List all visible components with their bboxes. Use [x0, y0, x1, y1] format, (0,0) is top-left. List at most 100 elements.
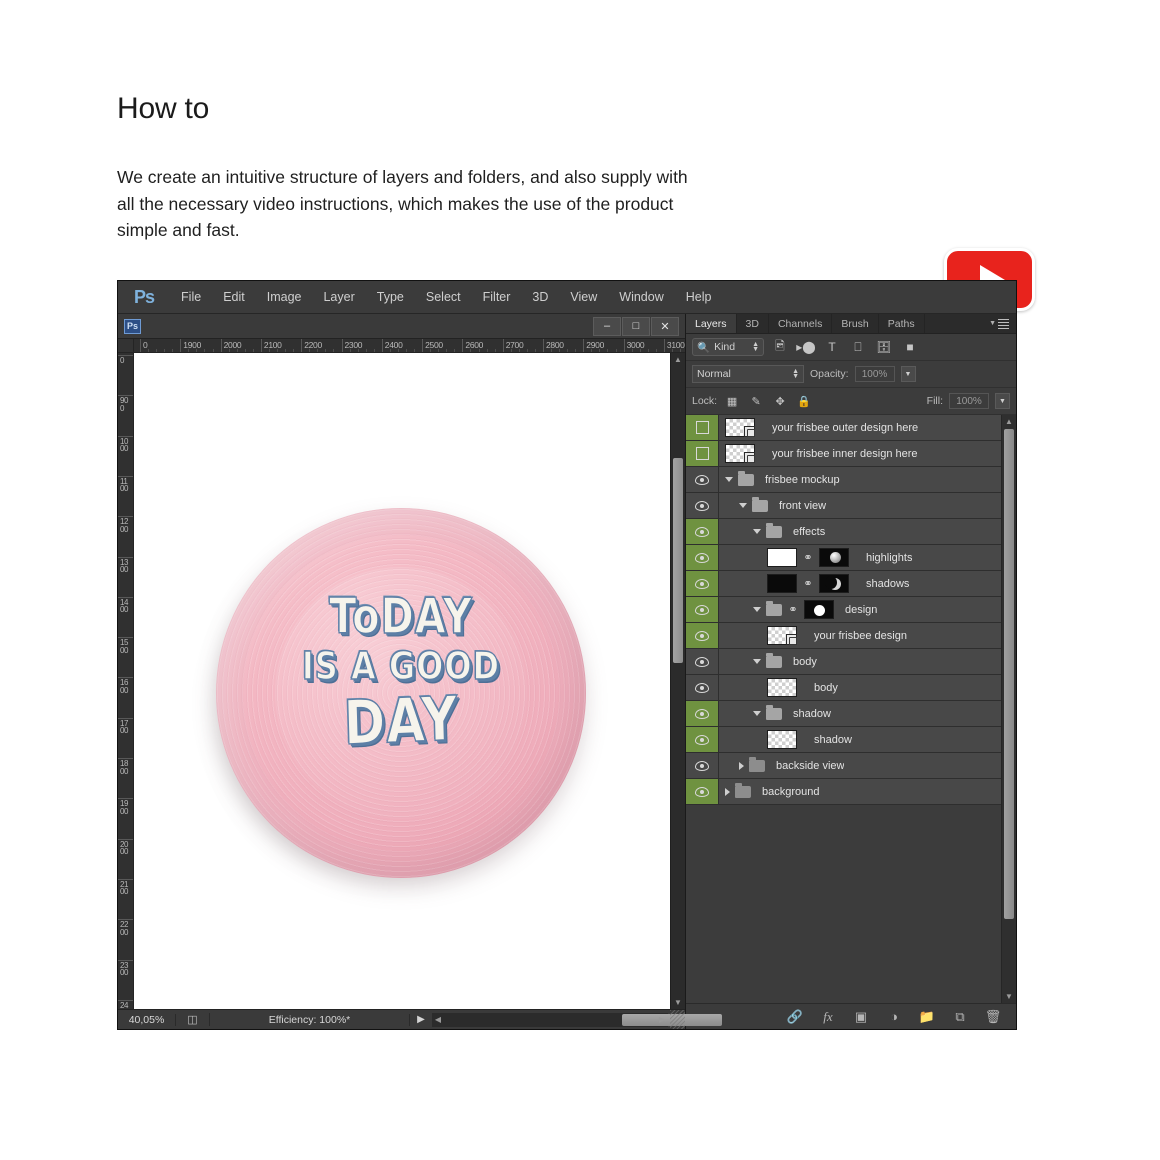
chevron-down-icon[interactable]: [753, 711, 761, 716]
layers-vertical-scrollbar[interactable]: ▲ ▼: [1001, 415, 1016, 1003]
layer-name[interactable]: your frisbee outer design here: [770, 422, 918, 434]
layer-mask-thumbnail[interactable]: [819, 548, 849, 567]
layer-name[interactable]: backside view: [774, 760, 844, 772]
menu-item-window[interactable]: Window: [608, 286, 674, 308]
layer-visibility-toggle[interactable]: [686, 597, 719, 622]
layers-scroll-up-arrow[interactable]: ▲: [1002, 415, 1016, 428]
layer-visibility-toggle[interactable]: [686, 467, 719, 492]
layer-row[interactable]: shadow: [686, 701, 1001, 727]
layer-name[interactable]: body: [791, 656, 817, 668]
type-layer-filter-icon[interactable]: T: [822, 340, 842, 354]
layer-visibility-toggle[interactable]: [686, 649, 719, 674]
layer-row[interactable]: shadow: [686, 727, 1001, 753]
layer-name[interactable]: your frisbee inner design here: [770, 448, 918, 460]
chevron-down-icon[interactable]: [753, 529, 761, 534]
layer-mask-thumbnail[interactable]: [819, 574, 849, 593]
scroll-right-arrow[interactable]: ▶: [656, 1013, 668, 1027]
layer-name[interactable]: your frisbee design: [812, 630, 907, 642]
menu-item-edit[interactable]: Edit: [212, 286, 256, 308]
layer-row[interactable]: body: [686, 649, 1001, 675]
layer-mask-thumbnail[interactable]: [804, 600, 834, 619]
layer-thumbnail[interactable]: [767, 574, 797, 593]
layer-visibility-toggle[interactable]: [686, 545, 719, 570]
document-title-bar[interactable]: Ps – □ ✕: [118, 314, 685, 339]
layer-visibility-toggle[interactable]: [686, 441, 719, 466]
mask-link-icon[interactable]: ⚭: [802, 551, 814, 564]
layer-thumbnail[interactable]: [725, 418, 755, 437]
filter-kind-select[interactable]: 🔍 Kind ▲ ▼: [692, 338, 764, 356]
layer-visibility-toggle[interactable]: [686, 675, 719, 700]
canvas-area[interactable]: ToDAY IS A GOOD DAY: [134, 353, 670, 1009]
layer-thumbnail[interactable]: [767, 678, 797, 697]
layer-name[interactable]: frisbee mockup: [763, 474, 840, 486]
scroll-left-arrow[interactable]: ◀: [432, 1013, 444, 1027]
chevron-right-icon[interactable]: [725, 787, 730, 796]
layer-thumbnail[interactable]: [725, 444, 755, 463]
layer-thumbnail[interactable]: [767, 548, 797, 567]
smart-object-filter-icon[interactable]: 🗄: [874, 340, 894, 354]
mask-link-icon[interactable]: ⚭: [787, 603, 799, 616]
layer-row[interactable]: frisbee mockup: [686, 467, 1001, 493]
tab-layers[interactable]: Layers: [686, 314, 737, 333]
menu-item-help[interactable]: Help: [675, 286, 723, 308]
menu-item-filter[interactable]: Filter: [472, 286, 522, 308]
new-group-icon[interactable]: 📁: [918, 1009, 936, 1025]
maximize-button[interactable]: □: [622, 316, 650, 336]
layer-row[interactable]: backside view: [686, 753, 1001, 779]
shape-layer-filter-icon[interactable]: ⎕: [848, 340, 868, 355]
layer-row[interactable]: your frisbee outer design here: [686, 415, 1001, 441]
layer-visibility-toggle[interactable]: [686, 415, 719, 440]
layer-name[interactable]: body: [812, 682, 838, 694]
canvas-vertical-scrollbar[interactable]: ▲ ▼: [670, 353, 685, 1009]
lock-transparency-icon[interactable]: ▦: [723, 395, 741, 408]
fill-dropdown-arrow[interactable]: ▼: [995, 393, 1010, 409]
mask-link-icon[interactable]: ⚭: [802, 577, 814, 590]
fill-value[interactable]: 100%: [949, 393, 989, 409]
layer-style-fx-icon[interactable]: fx: [819, 1009, 837, 1025]
canvas-horizontal-scrollbar[interactable]: ◀ ▶: [432, 1012, 722, 1027]
layer-visibility-toggle[interactable]: [686, 727, 719, 752]
layer-row[interactable]: your frisbee design: [686, 623, 1001, 649]
menu-item-view[interactable]: View: [559, 286, 608, 308]
layer-visibility-toggle[interactable]: [686, 623, 719, 648]
chevron-down-icon[interactable]: [753, 607, 761, 612]
pixel-layer-filter-icon[interactable]: 🖻: [770, 337, 790, 358]
chevron-down-icon[interactable]: [753, 659, 761, 664]
chevron-down-icon[interactable]: [725, 477, 733, 482]
lock-position-icon[interactable]: ✥: [771, 395, 789, 408]
layer-name[interactable]: shadows: [864, 578, 909, 590]
link-layers-icon[interactable]: 🔗: [786, 1009, 804, 1025]
delete-layer-icon[interactable]: 🗑: [984, 1009, 1002, 1025]
menu-item-select[interactable]: Select: [415, 286, 472, 308]
vertical-ruler[interactable]: 0 900 1000 1100 1200 1300 1400 1500 1600 1700 1800…: [118, 353, 134, 1009]
layer-row[interactable]: background: [686, 779, 1001, 805]
layer-row[interactable]: effects: [686, 519, 1001, 545]
layer-visibility-toggle[interactable]: [686, 779, 719, 804]
layer-name[interactable]: highlights: [864, 552, 912, 564]
zoom-level[interactable]: 40,05%: [118, 1013, 176, 1026]
tab-channels[interactable]: Channels: [768, 314, 833, 333]
layer-name[interactable]: effects: [791, 526, 825, 538]
adjustment-layer-filter-icon[interactable]: ▸⬤: [796, 340, 816, 354]
canvas-vscroll-thumb[interactable]: [673, 458, 683, 663]
menu-item-file[interactable]: File: [170, 286, 212, 308]
layer-row[interactable]: your frisbee inner design here: [686, 441, 1001, 467]
opacity-value[interactable]: 100%: [854, 366, 895, 382]
tab-brush[interactable]: Brush: [832, 314, 879, 333]
new-layer-icon[interactable]: ⧉: [951, 1009, 969, 1025]
lock-image-icon[interactable]: ✎: [747, 395, 765, 408]
filter-toggle-icon[interactable]: ■: [900, 340, 920, 354]
layer-thumbnail[interactable]: [767, 730, 797, 749]
layers-scroll-down-arrow[interactable]: ▼: [1002, 990, 1016, 1003]
layer-visibility-toggle[interactable]: [686, 701, 719, 726]
chevron-right-icon[interactable]: [739, 761, 744, 770]
document-info-icon[interactable]: ◫: [176, 1013, 210, 1026]
ruler-corner[interactable]: [118, 339, 134, 353]
layer-row[interactable]: ⚭ design: [686, 597, 1001, 623]
layer-row[interactable]: ⚭ shadows: [686, 571, 1001, 597]
blend-mode-select[interactable]: Normal ▲ ▼: [692, 365, 804, 383]
layer-list[interactable]: your frisbee outer design here your frisb…: [686, 415, 1001, 1003]
minimize-button[interactable]: –: [593, 316, 621, 336]
panel-menu-icon[interactable]: ▼: [982, 314, 1016, 333]
layers-vscroll-thumb[interactable]: [1004, 429, 1014, 919]
